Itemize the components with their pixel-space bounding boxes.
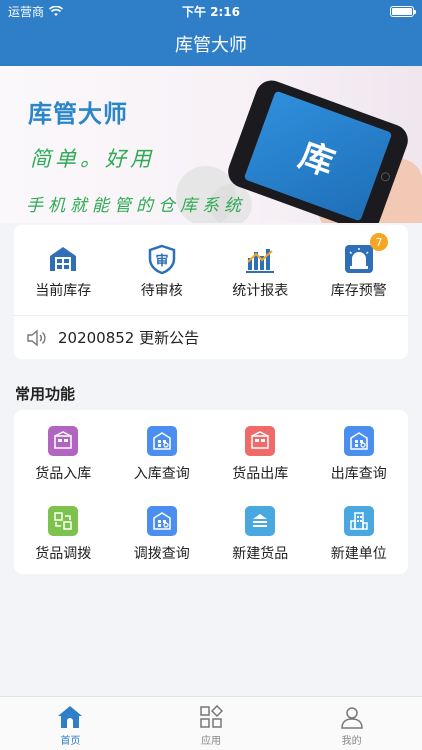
stock-alert-badge: 7 (370, 233, 388, 251)
quick-action-label: 当前库存 (35, 283, 92, 299)
function-label: 入库查询 (133, 466, 190, 482)
banner-slogan: 手机就能管的仓库系统 (26, 196, 246, 216)
quick-action-stock-alert[interactable]: 库存预警 (310, 225, 409, 315)
svg-text:审: 审 (155, 253, 168, 269)
section-title-common-functions: 常用功能 (15, 385, 76, 403)
function-new-goods[interactable]: 新建货品 (211, 492, 310, 572)
warehouse-icon (50, 247, 77, 271)
wifi-icon (49, 5, 64, 16)
tab-bar: 首页 应用 我的 (0, 696, 422, 750)
apps-icon (200, 705, 223, 728)
shield-review-icon: 审 (148, 244, 175, 274)
quick-actions-panel: 当前库存 审 待审核 统计报表 库存预警 7 20200852 更新公告 (14, 225, 408, 359)
goods-out-icon (245, 426, 276, 456)
bar-chart-icon (246, 249, 275, 273)
alarm-light-icon (344, 245, 373, 273)
banner-title: 库管大师 (28, 100, 128, 128)
tab-label: 首页 (60, 736, 81, 747)
banner-subtitle: 简单。好用 (30, 147, 155, 171)
function-label: 货品调拨 (35, 546, 92, 562)
tab-me[interactable]: 我的 (281, 697, 422, 750)
function-inbound-query[interactable]: 入库查询 (113, 412, 212, 492)
tab-label: 我的 (341, 736, 362, 747)
carrier-label: 运营商 (8, 4, 45, 19)
new-unit-icon (343, 506, 374, 536)
home-icon (58, 706, 83, 728)
function-label: 新建单位 (330, 546, 387, 562)
common-functions-grid: 货品入库 入库查询 货品出库 出库查询 货品调拨 调拨查询 新建货品 新建单位 (14, 410, 408, 574)
phone-screen-logo: 库 (293, 134, 340, 184)
outbound-query-icon (343, 426, 374, 456)
tab-apps[interactable]: 应用 (141, 697, 282, 750)
notice-bar[interactable]: 20200852 更新公告 (14, 316, 408, 359)
battery-icon (390, 5, 416, 17)
function-goods-inbound[interactable]: 货品入库 (14, 412, 113, 492)
new-goods-icon (245, 506, 276, 536)
quick-action-label: 待审核 (140, 283, 183, 299)
function-goods-outbound[interactable]: 货品出库 (211, 412, 310, 492)
quick-action-label: 库存预警 (330, 283, 387, 299)
function-new-unit[interactable]: 新建单位 (310, 492, 409, 572)
navbar: 库管大师 (0, 22, 422, 66)
function-label: 新建货品 (232, 546, 289, 562)
function-goods-transfer[interactable]: 货品调拨 (14, 492, 113, 572)
notice-text: 20200852 更新公告 (58, 329, 200, 347)
phone-illustration: 库 (223, 76, 413, 223)
quick-action-current-stock[interactable]: 当前库存 (14, 225, 113, 315)
tab-label: 应用 (201, 736, 221, 747)
quick-action-label: 统计报表 (232, 283, 289, 299)
speaker-icon (27, 329, 46, 346)
function-transfer-query[interactable]: 调拨查询 (113, 492, 212, 572)
goods-in-icon (48, 426, 79, 456)
page-title: 库管大师 (175, 35, 247, 56)
tab-home[interactable]: 首页 (0, 697, 141, 750)
quick-action-pending-review[interactable]: 审 待审核 (113, 225, 212, 315)
function-label: 调拨查询 (133, 546, 190, 562)
transfer-icon (48, 506, 79, 536)
user-icon (340, 707, 363, 729)
quick-action-statistics[interactable]: 统计报表 (211, 225, 310, 315)
carrier: 运营商 (8, 3, 64, 20)
promo-banner[interactable]: 库管大师 简单。好用 手机就能管的仓库系统 库 (0, 66, 422, 223)
status-bar: 运营商 下午 2:16 (0, 0, 422, 22)
function-label: 货品出库 (232, 466, 289, 482)
inbound-query-icon (146, 426, 177, 456)
transfer-query-icon (146, 506, 177, 536)
status-time: 下午 2:16 (181, 4, 241, 19)
function-label: 出库查询 (330, 466, 387, 482)
function-outbound-query[interactable]: 出库查询 (310, 412, 409, 492)
function-label: 货品入库 (35, 466, 92, 482)
